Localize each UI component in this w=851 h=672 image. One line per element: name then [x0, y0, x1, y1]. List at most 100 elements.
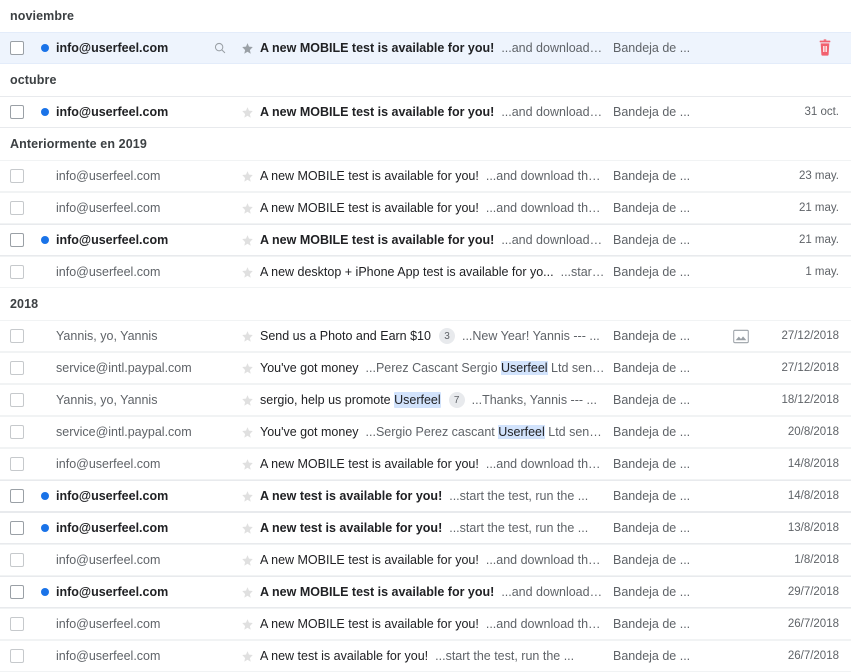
row-checkbox-cell[interactable] [0, 41, 34, 55]
email-row[interactable]: Yannis, yo, Yannis Send us a Photo and Ea… [0, 320, 851, 352]
star-cell[interactable] [234, 617, 260, 632]
email-row[interactable]: info@userfeel.com A new MOBILE test is av… [0, 576, 851, 608]
email-row[interactable]: info@userfeel.com A new MOBILE test is av… [0, 96, 851, 128]
subject-cell[interactable]: A new test is available for you! ...start… [260, 649, 613, 663]
email-row[interactable]: info@userfeel.com A new MOBILE test is av… [0, 544, 851, 576]
star-cell[interactable] [234, 169, 260, 184]
row-checkbox-cell[interactable] [0, 489, 34, 503]
star-cell[interactable] [234, 553, 260, 568]
email-row[interactable]: info@userfeel.com A new MOBILE test is av… [0, 192, 851, 224]
star-cell[interactable] [234, 393, 260, 408]
star-cell[interactable] [234, 265, 260, 280]
star-cell[interactable] [234, 105, 260, 120]
select-checkbox[interactable] [10, 425, 24, 439]
subject-cell[interactable]: A new MOBILE test is available for you!.… [260, 169, 613, 183]
subject-cell[interactable]: Send us a Photo and Earn $10 3 ...New Year… [260, 328, 613, 344]
email-row[interactable]: info@userfeel.com A new test is available… [0, 480, 851, 512]
subject-cell[interactable]: A new MOBILE test is available for you!.… [260, 553, 613, 567]
star-icon[interactable] [240, 201, 255, 216]
email-row[interactable]: Yannis, yo, Yannis sergio, help us promot… [0, 384, 851, 416]
star-cell[interactable] [234, 361, 260, 376]
row-checkbox-cell[interactable] [0, 233, 34, 247]
star-icon[interactable] [240, 649, 255, 664]
star-icon[interactable] [240, 393, 255, 408]
select-checkbox[interactable] [10, 201, 24, 215]
star-icon[interactable] [240, 233, 255, 248]
search-icon[interactable] [213, 41, 227, 55]
star-cell[interactable] [234, 585, 260, 600]
email-row[interactable]: info@userfeel.com A new test is available… [0, 640, 851, 672]
select-checkbox[interactable] [10, 105, 24, 119]
star-icon[interactable] [240, 425, 255, 440]
select-checkbox[interactable] [10, 265, 24, 279]
select-checkbox[interactable] [10, 553, 24, 567]
row-checkbox-cell[interactable] [0, 457, 34, 471]
row-checkbox-cell[interactable] [0, 553, 34, 567]
row-checkbox-cell[interactable] [0, 585, 34, 599]
star-icon[interactable] [240, 553, 255, 568]
star-icon[interactable] [240, 489, 255, 504]
row-checkbox-cell[interactable] [0, 329, 34, 343]
subject-cell[interactable]: You've got money ...Sergio Perez cascant … [260, 425, 613, 439]
subject-cell[interactable]: A new MOBILE test is available for you!.… [260, 617, 613, 631]
star-icon[interactable] [240, 169, 255, 184]
row-checkbox-cell[interactable] [0, 393, 34, 407]
star-icon[interactable] [240, 105, 255, 120]
row-action-cell[interactable] [761, 39, 851, 57]
star-icon[interactable] [240, 361, 255, 376]
subject-cell[interactable]: A new MOBILE test is available for you!.… [260, 233, 613, 247]
row-checkbox-cell[interactable] [0, 169, 34, 183]
star-icon[interactable] [240, 617, 255, 632]
row-checkbox-cell[interactable] [0, 649, 34, 663]
row-checkbox-cell[interactable] [0, 201, 34, 215]
star-cell[interactable] [234, 41, 260, 56]
select-checkbox[interactable] [10, 329, 24, 343]
select-checkbox[interactable] [10, 393, 24, 407]
subject-cell[interactable]: A new MOBILE test is available for you!.… [260, 105, 613, 119]
subject-cell[interactable]: A new desktop + iPhone App test is avail… [260, 265, 613, 279]
star-cell[interactable] [234, 201, 260, 216]
select-checkbox[interactable] [10, 457, 24, 471]
star-cell[interactable] [234, 649, 260, 664]
row-checkbox-cell[interactable] [0, 425, 34, 439]
email-row[interactable]: info@userfeel.com A new MOBILE test is av… [0, 608, 851, 640]
subject-cell[interactable]: sergio, help us promote Userfeel 7 ...Than… [260, 392, 613, 408]
star-icon[interactable] [240, 265, 255, 280]
attachment-cell[interactable] [721, 329, 761, 344]
search-icon-cell[interactable] [206, 41, 234, 55]
select-checkbox[interactable] [10, 585, 24, 599]
email-row[interactable]: info@userfeel.com A new test is available… [0, 512, 851, 544]
row-checkbox-cell[interactable] [0, 617, 34, 631]
star-cell[interactable] [234, 489, 260, 504]
email-row[interactable]: info@userfeel.com A new MOBILE test is av… [0, 448, 851, 480]
star-icon[interactable] [240, 41, 255, 56]
select-checkbox[interactable] [10, 489, 24, 503]
star-cell[interactable] [234, 521, 260, 536]
email-row[interactable]: info@userfeel.com A new MOBILE test is av… [0, 32, 851, 64]
row-checkbox-cell[interactable] [0, 105, 34, 119]
subject-cell[interactable]: A new MOBILE test is available for you!.… [260, 201, 613, 215]
row-checkbox-cell[interactable] [0, 361, 34, 375]
email-row[interactable]: info@userfeel.com A new MOBILE test is av… [0, 160, 851, 192]
subject-cell[interactable]: A new test is available for you! ...start… [260, 521, 613, 535]
star-cell[interactable] [234, 457, 260, 472]
select-checkbox[interactable] [10, 617, 24, 631]
email-row[interactable]: service@intl.paypal.com You've got money.… [0, 352, 851, 384]
star-icon[interactable] [240, 585, 255, 600]
email-row[interactable]: service@intl.paypal.com You've got money.… [0, 416, 851, 448]
star-icon[interactable] [240, 457, 255, 472]
subject-cell[interactable]: A new MOBILE test is available for you!.… [260, 41, 613, 55]
select-checkbox[interactable] [10, 169, 24, 183]
row-checkbox-cell[interactable] [0, 521, 34, 535]
trash-icon[interactable] [817, 39, 833, 57]
select-checkbox[interactable] [10, 649, 24, 663]
subject-cell[interactable]: A new MOBILE test is available for you!.… [260, 585, 613, 599]
image-attachment-icon[interactable] [733, 329, 749, 344]
select-checkbox[interactable] [10, 41, 24, 55]
subject-cell[interactable]: You've got money ...Perez Cascant Sergio … [260, 361, 613, 375]
star-cell[interactable] [234, 233, 260, 248]
star-icon[interactable] [240, 521, 255, 536]
row-checkbox-cell[interactable] [0, 265, 34, 279]
star-icon[interactable] [240, 329, 255, 344]
select-checkbox[interactable] [10, 233, 24, 247]
